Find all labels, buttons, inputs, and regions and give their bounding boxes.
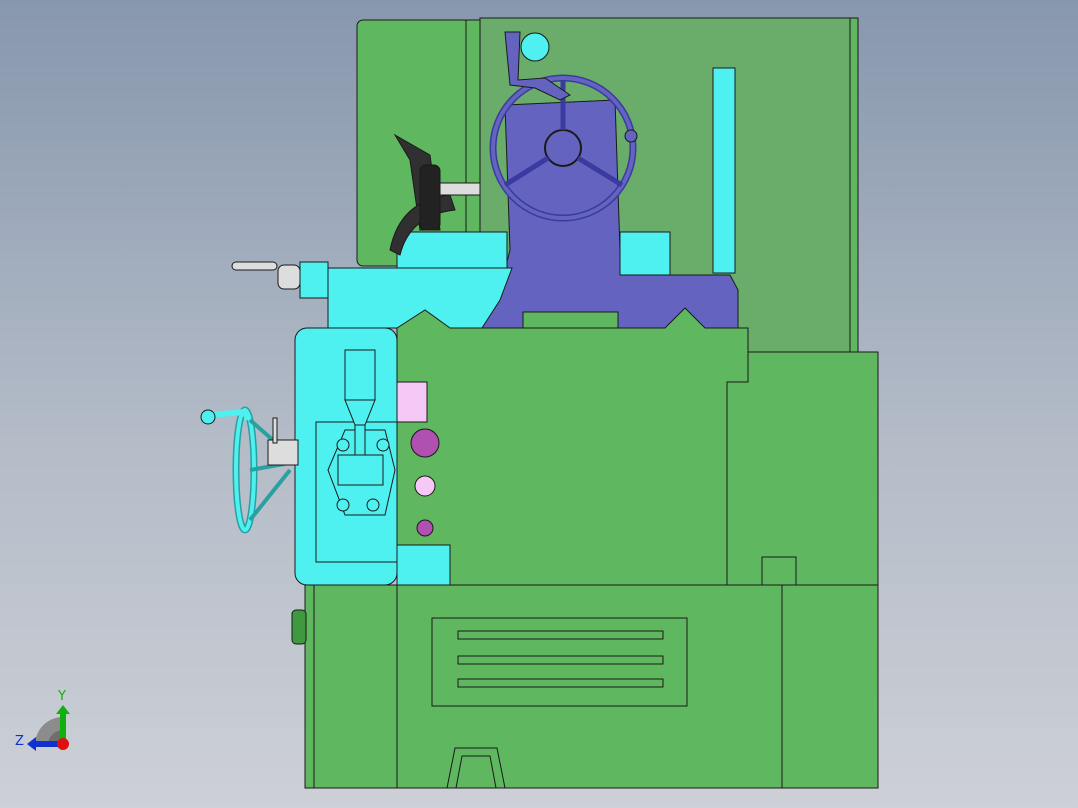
knob [520, 32, 550, 62]
y-axis-label: Y [57, 689, 66, 704]
indicator-button [414, 475, 436, 497]
axis-triad: Y Z [15, 689, 70, 751]
side-handle [231, 261, 278, 271]
right-body [726, 351, 879, 586]
back-panel-strip [465, 19, 481, 267]
vent-slot [457, 655, 664, 665]
right-foot-block [761, 556, 797, 586]
shift-lever [344, 349, 376, 401]
vent-slot [457, 630, 664, 640]
side-knob [291, 609, 307, 645]
indicator-button [410, 428, 440, 458]
cad-viewport[interactable]: Y Z [0, 0, 1078, 808]
base-foot [446, 747, 506, 789]
z-axis-label: Z [15, 734, 24, 749]
back-panel-edge [849, 17, 859, 356]
vent-slot [457, 678, 664, 688]
top-block-right [619, 231, 671, 276]
x-axis-dot [57, 738, 69, 750]
indicator-button [416, 519, 434, 537]
main-body [396, 307, 749, 586]
vertical-rod [712, 67, 736, 274]
